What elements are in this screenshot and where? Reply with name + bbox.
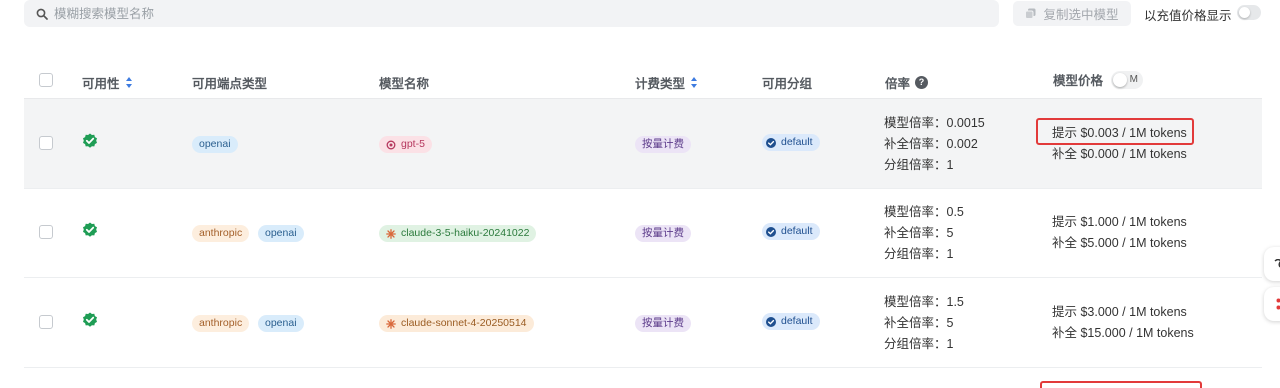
verified-check-icon [83,133,97,148]
group-tag: default [762,134,820,151]
column-endpoint-types: 可用端点类型 [192,73,267,92]
assistant-icon [1274,259,1280,268]
recharge-price-label: 以充值价格显示 [1144,9,1232,23]
column-ratio-label: 倍率 [885,77,911,91]
price-unit-label: M [1129,73,1139,85]
copy-selected-label: 复制选中模型 [1043,8,1119,22]
endpoint-tag: anthropic [192,225,250,242]
price-info: 提示 $0.003 / 1M tokens 补全 $0.000 / 1M tok… [1052,123,1187,165]
table-row[interactable] [24,368,1262,388]
model-ratio: 模型倍率：0.0015 [884,116,985,130]
column-availability-label: 可用性 [82,77,120,91]
price-info: 提示 $3.000 / 1M tokens 补全 $15.000 / 1M to… [1052,302,1194,344]
claude-logo-icon [386,228,396,239]
model-name-label: claude-sonnet-4-20250514 [401,317,527,329]
verified-check-icon [83,312,97,327]
endpoint-tag: anthropic [192,315,250,332]
claude-logo-icon [386,318,396,329]
group-check-icon [766,226,776,237]
billing-type-tag: 按量计费 [635,225,691,242]
column-groups: 可用分组 [762,73,812,92]
column-price: 模型价格 M [1053,70,1144,89]
price-unit-toggle[interactable]: M [1111,70,1144,89]
ratio-info: 模型倍率：0.5 补全倍率：5 分组倍率：1 [884,202,964,265]
completion-price: 补全 $0.000 / 1M tokens [1052,147,1187,161]
search-input[interactable] [54,6,954,21]
row-checkbox[interactable] [39,136,53,150]
recharge-price-toggle[interactable] [1237,5,1261,20]
sort-icon[interactable] [125,77,133,88]
column-endpoint-types-label: 可用端点类型 [192,77,268,91]
toggle-knob [1113,72,1128,87]
prompt-price: 提示 $1.000 / 1M tokens [1052,215,1187,229]
group-ratio: 分组倍率：1 [884,247,954,261]
column-groups-label: 可用分组 [762,77,813,91]
model-ratio: 模型倍率：0.5 [884,205,964,219]
group-tag: default [762,223,820,240]
help-icon[interactable]: ? [915,76,929,89]
floating-assistant-button[interactable] [1264,247,1280,281]
sort-icon[interactable] [691,77,698,88]
prompt-price: 提示 $3.000 / 1M tokens [1052,305,1187,319]
group-label: default [781,225,813,237]
billing-type-tag: 按量计费 [635,315,691,332]
group-label: default [781,136,813,148]
completion-ratio: 补全倍率：0.002 [884,137,978,151]
model-name-tag[interactable]: gpt-5 [379,136,432,153]
column-ratio: 倍率 ? [885,73,929,92]
select-all-checkbox[interactable] [39,73,53,87]
price-info: 提示 $1.000 / 1M tokens 补全 $5.000 / 1M tok… [1052,212,1187,254]
completion-price: 补全 $15.000 / 1M tokens [1052,326,1194,340]
ratio-info: 模型倍率：0.0015 补全倍率：0.002 分组倍率：1 [884,113,985,176]
column-model-name: 模型名称 [379,73,429,92]
prompt-price: 提示 $0.003 / 1M tokens [1052,126,1187,140]
completion-ratio: 补全倍率：5 [884,226,954,240]
verified-check-icon [83,222,97,237]
model-ratio: 模型倍率：1.5 [884,295,964,309]
group-ratio: 分组倍率：1 [884,337,954,351]
toggle-knob [1239,7,1250,18]
row-checkbox[interactable] [39,315,53,329]
group-label: default [781,315,813,327]
endpoint-tag: openai [192,136,238,153]
search-icon [36,8,48,20]
column-price-label: 模型价格 [1053,74,1104,88]
group-tag: default [762,313,820,330]
completion-ratio: 补全倍率：5 [884,316,954,330]
table-row[interactable]: anthropic openai claude-sonnet-4-2025051… [24,278,1262,368]
floating-feedback-button[interactable] [1264,287,1280,321]
table-row[interactable]: anthropic openai claude-3-5-haiku-202410… [24,188,1262,278]
column-billing-type[interactable]: 计费类型 [635,73,698,92]
billing-type-tag: 按量计费 [635,136,691,153]
model-name-tag[interactable]: claude-3-5-haiku-20241022 [379,225,537,242]
group-check-icon [766,316,776,327]
completion-price: 补全 $5.000 / 1M tokens [1052,236,1187,250]
group-check-icon [766,137,776,148]
ratio-info: 模型倍率：1.5 补全倍率：5 分组倍率：1 [884,292,964,355]
model-name-tag[interactable]: claude-sonnet-4-20250514 [379,315,534,332]
group-ratio: 分组倍率：1 [884,158,954,172]
search-box[interactable] [24,0,999,27]
endpoint-tag: openai [258,315,304,332]
openai-logo-icon [386,140,396,149]
model-name-label: gpt-5 [401,138,425,150]
model-name-label: claude-3-5-haiku-20241022 [401,227,530,239]
highlight-box [1040,381,1202,388]
column-availability[interactable]: 可用性 [82,73,133,92]
table-header: 可用性 可用端点类型 模型名称 计费类型 可用分组 倍率 ? 模型价格 M [24,62,1262,99]
column-model-name-label: 模型名称 [379,77,430,91]
endpoint-tag: openai [258,225,304,242]
copy-icon [1025,8,1036,19]
column-billing-type-label: 计费类型 [635,77,686,91]
table-row[interactable]: openai gpt-5 按量计费 default 模型倍率：0.0015 补全… [24,99,1262,189]
feedback-icon [1276,298,1280,310]
copy-selected-button[interactable]: 复制选中模型 [1013,1,1131,26]
row-checkbox[interactable] [39,225,53,239]
